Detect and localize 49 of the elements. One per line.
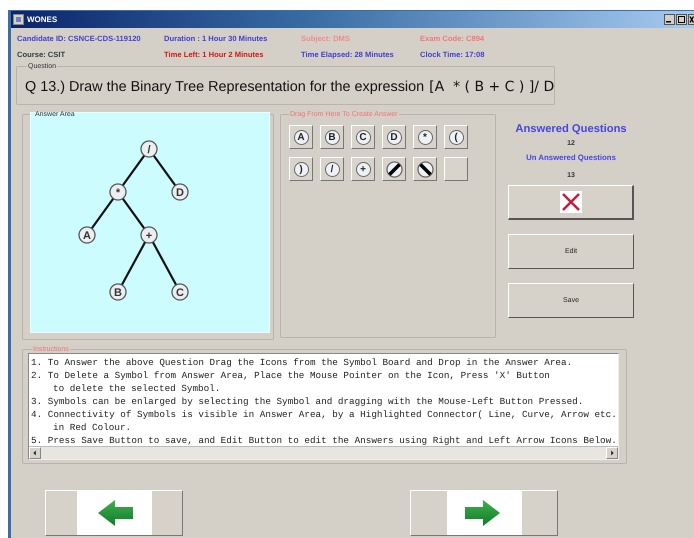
tree-node: + [140,226,158,244]
next-button[interactable] [410,490,558,536]
question-text: Q 13.) Draw the Binary Tree Representation for the expression [25,79,424,95]
instruction-line: 5. Press Save Button to save, and Edit Button to edit the Answers using Right and Left Arrow Icons Below. [31,434,617,446]
instruction-continuation: to delete the selected Symbol. [53,382,220,395]
scroll-left-icon[interactable] [29,447,41,459]
tree-node: C [171,283,189,301]
instruction-continuation: in Red Colour. [53,421,132,434]
tree-edge [152,154,176,186]
previous-button[interactable] [45,490,183,536]
answered-label: Answered Questions [515,123,627,135]
tree-edge [122,154,146,186]
tree-edge [152,242,178,286]
horizontal-scrollbar[interactable] [29,446,618,459]
symbol-tile[interactable]: ) [289,157,313,181]
instruction-line: 2. To Delete a Symbol from Answer Area, Place the Mouse Pointer on the Icon, Press 'X' Button [31,369,550,382]
symbol-tile[interactable]: B [320,125,344,149]
delete-button[interactable] [508,185,634,220]
blank-tile[interactable] [444,157,468,181]
close-icon[interactable] [688,14,694,25]
tree-node: A [78,226,96,244]
window-title: WONES [27,15,58,24]
symbol-tile[interactable]: A [289,125,313,149]
close-icon [560,191,582,213]
symbol-tile[interactable]: ( [444,125,468,149]
maximize-icon[interactable] [676,14,687,25]
question-expression: [A * ( B + C ) ]/ D [429,79,554,95]
symbol-tile[interactable]: + [351,157,375,181]
tree-edge [122,198,146,230]
tree-node: / [140,140,158,158]
tree-node: B [109,283,127,301]
backward-diagonal-icon [416,160,434,178]
tree-edge [120,242,146,286]
symbol-tile[interactable]: C [351,125,375,149]
symbol-tile[interactable]: / [320,157,344,181]
symbol-tile[interactable]: * [413,125,437,149]
symbol-tile[interactable] [382,157,406,181]
instruction-line: 3. Symbols can be enlarged by selecting the Symbol and dragging with the Mouse-Left Button Pressed. [31,395,584,408]
forward-diagonal-icon [386,160,402,178]
tree-node: D [171,183,189,201]
symbol-tile[interactable]: D [382,125,406,149]
instruction-line: 4. Connectivity of Symbols is visible in Answer Area, by a Highlighted Connector( Line, Curve, Arrow etc. [31,408,617,421]
scroll-right-icon[interactable] [606,447,618,459]
minimize-icon[interactable] [664,14,675,25]
symbol-tile[interactable] [413,157,437,181]
instruction-line: 1. To Answer the above Question Drag the Icons from the Symbol Board and Drop in the Answer Area. [31,356,572,369]
app-icon [13,14,24,25]
tree-edge [90,198,114,230]
tree-node: * [109,183,127,201]
